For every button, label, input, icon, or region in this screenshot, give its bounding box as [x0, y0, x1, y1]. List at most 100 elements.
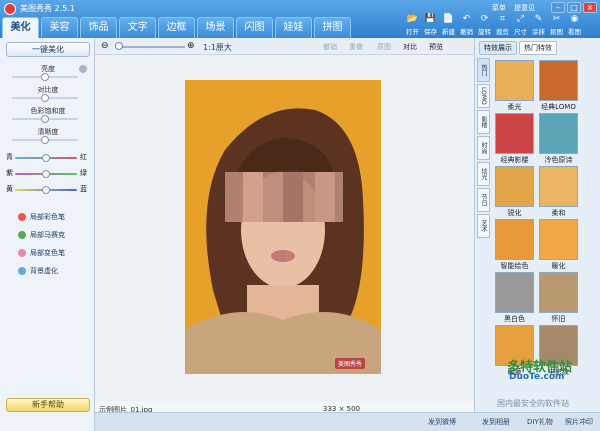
compare-link[interactable]: 对比 — [403, 42, 417, 52]
tab-effects-showcase[interactable]: 特效展示 — [479, 41, 517, 55]
effect-thumb-cool-tone[interactable] — [539, 113, 578, 154]
one-key-beautify-button[interactable]: 一键美化 — [6, 42, 90, 57]
title-bar: 美图秀秀 2.5.1 菜单 提意见 – □ × 美化 美容 饰品 文字 边框 场… — [0, 0, 600, 38]
beginner-help-button[interactable]: 新手帮助 — [6, 398, 90, 412]
save-button[interactable]: 💾 保存 — [423, 14, 438, 36]
slider-knob[interactable] — [42, 186, 50, 194]
vtab-art[interactable]: 艺术 — [477, 214, 490, 238]
brush-icon: ✎ — [534, 14, 543, 24]
effect-thumb-classic-lomo[interactable] — [539, 60, 578, 101]
vtab-hot[interactable]: 热门 — [477, 58, 490, 82]
resize-button[interactable]: ⤢ 尺寸 — [513, 14, 528, 36]
redo-link[interactable]: 重做 — [349, 42, 363, 52]
main-tabs: 美化 美容 饰品 文字 边框 场景 闪图 娃娃 拼图 — [2, 17, 351, 38]
reset-icon[interactable] — [79, 65, 87, 73]
undo-button[interactable]: ↶ 撤销 — [459, 14, 474, 36]
tab-accessories[interactable]: 饰品 — [80, 17, 117, 38]
green-label: 绿 — [80, 169, 87, 177]
blur-icon — [18, 267, 26, 275]
saturation-slider[interactable] — [12, 115, 78, 123]
effect-label: 冷色原诗 — [544, 156, 573, 164]
effect-label: 柔光 — [507, 103, 522, 111]
menu-link[interactable]: 菜单 — [492, 3, 506, 13]
tab-beautify[interactable]: 美化 — [2, 17, 39, 38]
slider-knob[interactable] — [42, 154, 50, 162]
effect-thumb-smart-color[interactable] — [495, 219, 534, 260]
effect-thumb-sharpen[interactable] — [495, 166, 534, 207]
zoom-slider[interactable] — [119, 46, 185, 48]
share-weibo-link[interactable]: 发到微博 — [428, 417, 456, 427]
blue-label: 蓝 — [80, 185, 87, 193]
zoom-out-icon[interactable]: ⊖ — [101, 41, 109, 51]
recolor-pen-icon — [18, 249, 26, 257]
brightness-slider[interactable] — [12, 73, 78, 81]
cyan-red-slider[interactable] — [15, 154, 77, 162]
brand-slogan: 国内最安全的软件站 — [497, 399, 569, 408]
rotate-button[interactable]: ⟳ 旋转 — [477, 14, 492, 36]
cutout-button[interactable]: ✂ 抠图 — [549, 14, 564, 36]
slider-knob[interactable] — [42, 170, 50, 178]
tab-collage[interactable]: 拼图 — [314, 17, 351, 38]
tab-scene[interactable]: 场景 — [197, 17, 234, 38]
local-recolor-pen-tool[interactable]: 局部变色笔 — [18, 248, 65, 258]
local-color-pen-tool[interactable]: 局部彩色笔 — [18, 212, 65, 222]
vtab-holiday[interactable]: 节日 — [477, 188, 490, 212]
tab-beauty[interactable]: 美容 — [41, 17, 78, 38]
slider-label-brightness: 亮度 — [41, 65, 55, 73]
original-size-button[interactable]: 1:1原大 — [203, 42, 232, 53]
vtab-fashion[interactable]: 时尚 — [477, 136, 490, 160]
crop-button[interactable]: ⌗ 裁剪 — [495, 14, 510, 36]
feedback-link[interactable]: 提意见 — [514, 3, 535, 13]
sharpness-slider[interactable] — [12, 136, 78, 144]
effect-thumb-nostalgia[interactable] — [539, 272, 578, 313]
new-button[interactable]: 📄 新建 — [441, 14, 456, 36]
vtab-lomo[interactable]: LOMO — [477, 84, 490, 108]
effect-category-tabs: 热门 LOMO 影楼 时尚 炫光 节日 艺术 — [477, 58, 490, 240]
cyan-label: 青 — [6, 153, 13, 161]
slider-label-contrast: 对比度 — [37, 86, 59, 94]
tab-flash[interactable]: 闪图 — [236, 17, 273, 38]
magenta-green-slider[interactable] — [15, 170, 77, 178]
share-album-link[interactable]: 发到相册 — [482, 417, 510, 427]
slider-knob[interactable] — [41, 136, 49, 144]
effect-thumb-soft[interactable] — [539, 166, 578, 207]
slider-label-saturation: 色彩饱和度 — [30, 107, 66, 115]
original-link[interactable]: 原图 — [377, 42, 391, 52]
yellow-label: 黄 — [6, 185, 13, 193]
local-mosaic-tool[interactable]: 局部马赛克 — [18, 230, 65, 240]
effect-thumb-soft-light[interactable] — [495, 60, 534, 101]
close-button[interactable]: × — [583, 2, 597, 13]
undo-link[interactable]: 撤销 — [323, 42, 337, 52]
open-button[interactable]: 📂 打开 — [405, 14, 420, 36]
contrast-slider[interactable] — [12, 94, 78, 102]
vtab-studio[interactable]: 影楼 — [477, 110, 490, 134]
photo-print-link[interactable]: 照片冲印 — [565, 417, 593, 427]
yellow-blue-slider[interactable] — [15, 186, 77, 194]
effect-thumb-classic-studio[interactable] — [495, 113, 534, 154]
vtab-glow[interactable]: 炫光 — [477, 162, 490, 186]
tab-text[interactable]: 文字 — [119, 17, 156, 38]
smudge-button[interactable]: ✎ 涂抹 — [531, 14, 546, 36]
minimize-button[interactable]: – — [551, 2, 565, 13]
tab-hot-effects[interactable]: 热门特效 — [519, 41, 557, 55]
slider-label-sharpness: 清晰度 — [37, 128, 59, 136]
effect-label: 智能绘色 — [500, 262, 529, 270]
slider-knob[interactable] — [41, 94, 49, 102]
diy-gift-link[interactable]: DIY礼物 — [527, 417, 553, 427]
eye-icon: ◉ — [570, 14, 579, 24]
effect-thumb-warm[interactable] — [539, 219, 578, 260]
center-panel: ⊖ ⊕ 1:1原大 撤销 重做 原图 对比 预览 美图秀秀 示例图片_01.jp… — [95, 38, 474, 431]
view-button[interactable]: ◉ 看图 — [567, 14, 582, 36]
preview-link[interactable]: 预览 — [429, 42, 443, 52]
slider-knob[interactable] — [41, 115, 49, 123]
image-canvas[interactable]: 美图秀秀 — [95, 55, 474, 401]
zoom-knob[interactable] — [115, 42, 123, 50]
tab-frame[interactable]: 边框 — [158, 17, 195, 38]
effect-thumb-black-white[interactable] — [495, 272, 534, 313]
tab-doll[interactable]: 娃娃 — [275, 17, 312, 38]
slider-knob[interactable] — [41, 73, 49, 81]
maximize-button[interactable]: □ — [567, 2, 581, 13]
background-blur-tool[interactable]: 背景虚化 — [18, 266, 58, 276]
edited-photo: 美图秀秀 — [185, 80, 381, 374]
zoom-in-icon[interactable]: ⊕ — [187, 41, 195, 51]
